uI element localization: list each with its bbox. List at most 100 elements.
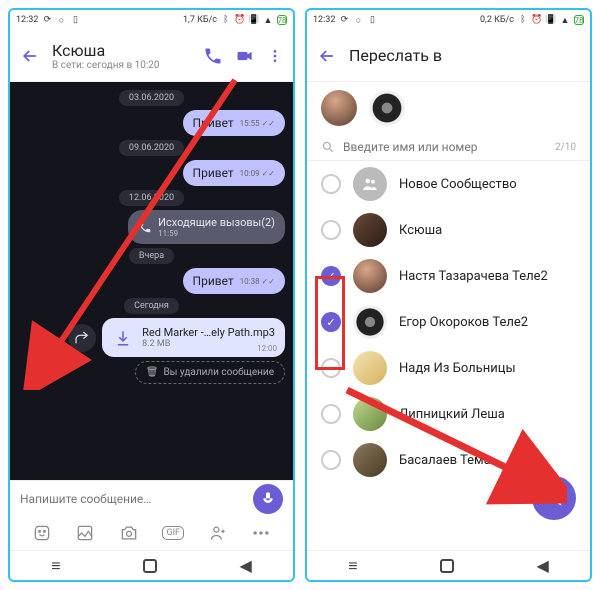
chip-avatar[interactable] [369, 90, 405, 126]
radio-unchecked[interactable] [321, 220, 341, 240]
message-bubble[interactable]: Привет10:38 ✓✓ [183, 268, 285, 294]
search-icon [321, 140, 335, 154]
mic-button[interactable] [253, 484, 283, 514]
radio-unchecked[interactable] [321, 404, 341, 424]
row-label: Надя Из Больницы [399, 361, 516, 376]
chat-title[interactable]: Ксюша [52, 41, 191, 60]
trash-icon: 🗑 [146, 367, 159, 378]
avatar [353, 443, 387, 477]
status-bar: 12:32 ⟳ ○ ▯ 1,7 КБ/с ᛒ ⏰ 📳 ▲ 78 [10, 10, 293, 30]
avatar [353, 305, 387, 339]
list-item[interactable]: Новое Сообщество [307, 161, 590, 207]
avatar [353, 351, 387, 385]
file-bubble[interactable]: Red Marker -…ely Path.mp3 8.2 MB 12:00 [102, 318, 285, 357]
attachments-toolbar: GIF [10, 516, 293, 550]
selected-chips [307, 82, 590, 134]
more-icon[interactable] [267, 48, 283, 64]
avatar [353, 167, 387, 201]
search-row: 2/10 [307, 134, 590, 161]
sync-icon: ⟳ [339, 15, 349, 25]
battery-icon: 78 [277, 15, 287, 25]
call-bubble[interactable]: Исходящие вызовы(2) 11:59 [128, 210, 285, 244]
status-bar: 12:32 ⟳ ○ ▯ 0,2 КБ/с ᛒ ⏰ 📳 ▲ 78 [307, 10, 590, 30]
row-label: Егор Окороков Теле2 [399, 315, 528, 330]
list-item[interactable]: ✓ Егор Окороков Теле2 [307, 299, 590, 345]
row-label: Липницкий Леша [399, 407, 505, 422]
radio-unchecked[interactable] [321, 174, 341, 194]
search-input[interactable] [343, 140, 555, 154]
list-item[interactable]: Липницкий Леша [307, 391, 590, 437]
chat-body[interactable]: 03.06.2020 Привет15:55 ✓✓ 09.06.2020 При… [10, 82, 293, 480]
row-label: Басалаев Тема [399, 453, 491, 468]
camera-icon[interactable] [119, 523, 139, 543]
avatar [353, 213, 387, 247]
row-label: Новое Сообщество [399, 177, 517, 192]
radio-unchecked[interactable] [321, 450, 341, 470]
message-input[interactable] [20, 492, 245, 506]
share-button[interactable] [68, 324, 96, 352]
back-icon[interactable] [317, 46, 337, 66]
message-bubble[interactable]: Привет10:09 ✓✓ [183, 160, 285, 186]
date-chip: 03.06.2020 [119, 90, 184, 106]
nav-back-icon[interactable]: ◀ [536, 556, 548, 575]
sim-icon: ▯ [70, 15, 80, 25]
bluetooth-icon: ᛒ [518, 15, 528, 25]
status-time: 12:32 [16, 15, 38, 25]
date-chip: 12.06.2020 [119, 190, 184, 206]
nav-menu-icon[interactable]: ≡ [348, 556, 357, 576]
message-bubble[interactable]: Привет15:55 ✓✓ [183, 110, 285, 136]
file-time: 12:00 [257, 344, 277, 353]
avatar [353, 259, 387, 293]
battery-icon: 78 [574, 15, 584, 25]
vibrate-icon: 📳 [546, 15, 556, 25]
more-attach-icon[interactable] [251, 523, 271, 543]
alarm-icon: ⏰ [532, 15, 542, 25]
radio-checked[interactable]: ✓ [321, 266, 341, 286]
file-size: 8.2 MB [142, 339, 275, 349]
call-icon[interactable] [203, 46, 223, 66]
contact-plus-icon[interactable] [208, 523, 228, 543]
sim-icon: ▯ [367, 15, 377, 25]
nav-home-icon[interactable] [440, 559, 454, 573]
chat-subtitle: В сети: сегодня в 10:20 [52, 60, 191, 71]
nav-menu-icon[interactable]: ≡ [51, 556, 60, 576]
date-chip: Вчера [129, 248, 174, 264]
gallery-icon[interactable] [75, 523, 95, 543]
send-button[interactable] [532, 476, 576, 520]
nav-home-icon[interactable] [143, 559, 157, 573]
deleted-message: 🗑 Вы удалили сообщение [135, 361, 285, 384]
yandex-icon: ○ [353, 15, 363, 25]
forward-header: Переслать в [307, 30, 590, 82]
sticker-icon[interactable] [32, 523, 52, 543]
row-label: Ксюша [399, 223, 442, 238]
radio-unchecked[interactable] [321, 358, 341, 378]
list-item[interactable]: Надя Из Больницы [307, 345, 590, 391]
list-item[interactable]: ✓ Настя Тазарачева Теле2 [307, 253, 590, 299]
gif-icon[interactable]: GIF [162, 526, 184, 540]
wifi-icon: ▲ [560, 15, 570, 25]
date-chip: 09.06.2020 [119, 140, 184, 156]
avatar [353, 397, 387, 431]
nav-back-icon[interactable]: ◀ [239, 556, 251, 575]
sync-icon: ⟳ [42, 15, 52, 25]
back-icon[interactable] [20, 46, 40, 66]
status-time: 12:32 [313, 15, 335, 25]
phone-chat: 12:32 ⟳ ○ ▯ 1,7 КБ/с ᛒ ⏰ 📳 ▲ 78 Ксюша В … [8, 8, 295, 582]
radio-checked[interactable]: ✓ [321, 312, 341, 332]
chip-avatar[interactable] [321, 90, 357, 126]
yandex-icon: ○ [56, 15, 66, 25]
row-label: Настя Тазарачева Теле2 [399, 269, 548, 284]
android-navbar: ≡ ◀ [10, 550, 293, 580]
date-chip: Сегодня [124, 298, 179, 314]
phone-outgoing-icon [138, 220, 152, 234]
list-item[interactable]: Ксюша [307, 207, 590, 253]
wifi-icon: ▲ [263, 15, 273, 25]
vibrate-icon: 📳 [249, 15, 259, 25]
data-rate: 0,2 КБ/с [480, 15, 514, 25]
composer [10, 480, 293, 516]
forward-title: Переслать в [349, 46, 580, 65]
selection-counter: 2/10 [555, 142, 576, 153]
video-icon[interactable] [235, 46, 255, 66]
download-icon[interactable] [112, 327, 134, 349]
bluetooth-icon: ᛒ [221, 15, 231, 25]
